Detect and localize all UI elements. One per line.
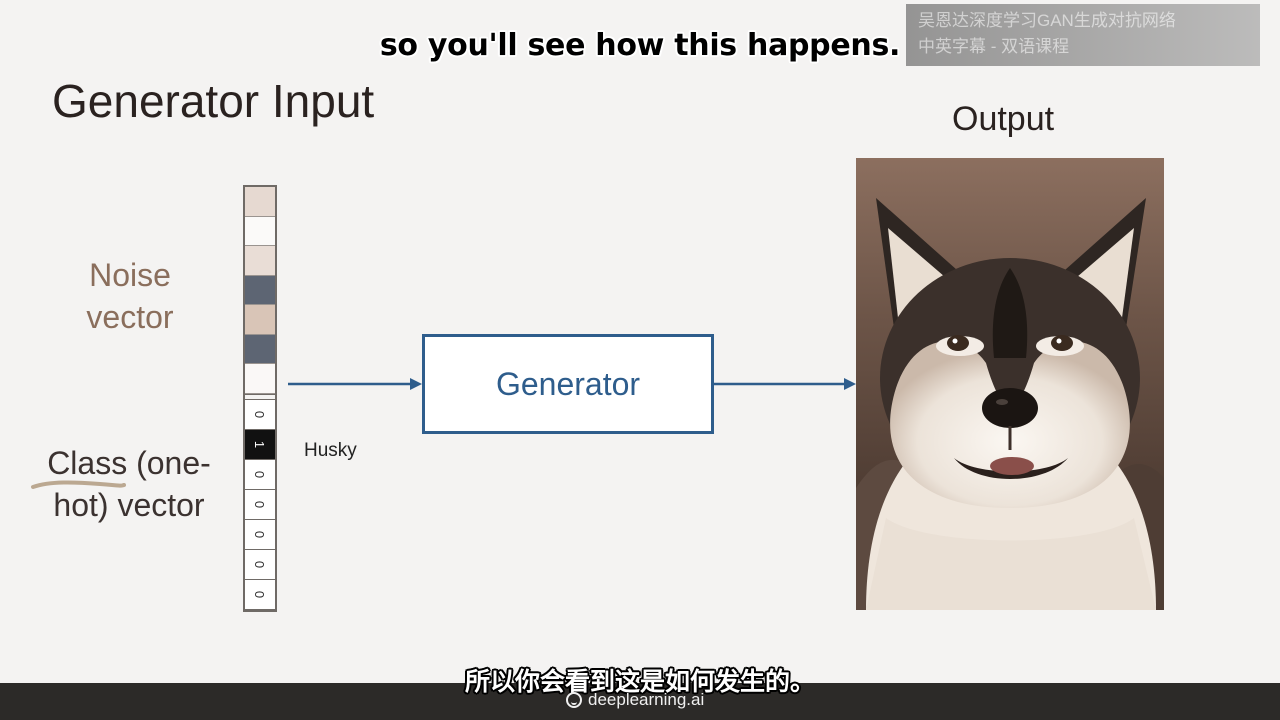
- slide-title: Generator Input: [52, 75, 375, 127]
- one-hot-cell: 0: [245, 490, 275, 520]
- one-hot-cell: 0: [245, 550, 275, 580]
- one-hot-value: 0: [252, 500, 268, 508]
- husky-output-image: [856, 158, 1164, 610]
- one-hot-cell: 0: [245, 400, 275, 430]
- generator-box: Generator: [422, 334, 714, 434]
- one-hot-value: 0: [252, 590, 268, 598]
- noise-vector-label: Noise vector: [70, 254, 190, 338]
- noise-cell: [245, 364, 275, 394]
- one-hot-value: 0: [252, 470, 268, 478]
- brand-name: deeplearning.ai: [588, 690, 705, 709]
- slide: 吴恩达深度学习GAN生成对抗网络 中英字幕 - 双语课程 so you'll s…: [0, 0, 1280, 720]
- noise-label-line-2: vector: [86, 299, 174, 335]
- one-hot-cell: 0: [245, 580, 275, 610]
- noise-cell: [245, 187, 275, 217]
- noise-label-line-1: Noise: [89, 257, 171, 293]
- noise-cell: [245, 275, 275, 305]
- class-name-label: Husky: [304, 440, 357, 461]
- handwritten-underline: [31, 480, 126, 489]
- input-vector: 0 1 0 0 0 0 0: [243, 185, 277, 612]
- noise-cell: [245, 216, 275, 246]
- one-hot-cell: 0: [245, 520, 275, 550]
- arrow-to-output-icon: [714, 378, 856, 390]
- one-hot-value: 1: [252, 440, 268, 448]
- one-hot-value: 0: [252, 530, 268, 538]
- one-hot-cell: 1: [245, 429, 275, 460]
- brand-logo: deeplearning.ai: [566, 690, 704, 710]
- generator-label: Generator: [495, 365, 641, 402]
- subtitle-english: so you'll see how this happens.: [379, 28, 901, 63]
- one-hot-vector: 0 1 0 0 0 0 0: [245, 400, 275, 610]
- noise-cell: [245, 305, 275, 335]
- arrow-to-generator-icon: [288, 378, 422, 390]
- noise-cell: [245, 246, 275, 276]
- one-hot-value: 0: [252, 560, 268, 568]
- output-label: Output: [952, 100, 1055, 138]
- noise-cell: [245, 334, 275, 364]
- one-hot-cell: 0: [245, 460, 275, 490]
- one-hot-value: 0: [252, 410, 268, 418]
- deeplearning-logo-icon: [566, 692, 582, 708]
- noise-vector: [245, 187, 275, 394]
